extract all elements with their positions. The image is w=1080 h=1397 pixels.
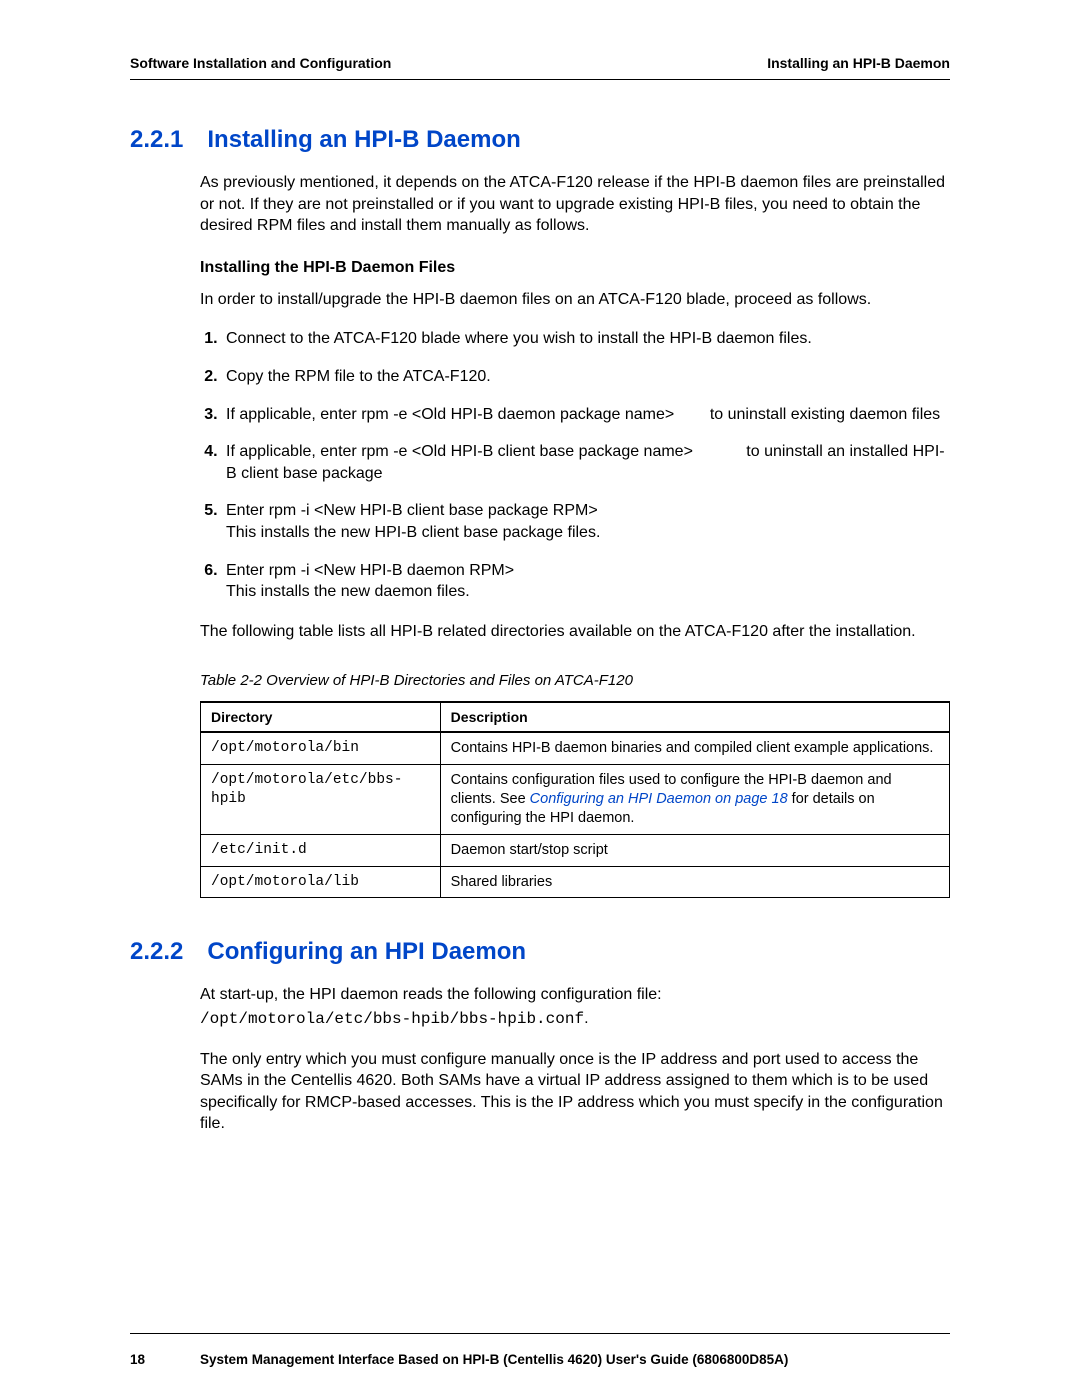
footer-text: System Management Interface Based on HPI…: [200, 1352, 788, 1367]
step-command: rpm -i <New HPI-B daemon RPM>: [269, 562, 514, 579]
header-rule: [130, 79, 950, 80]
directories-table: Directory Description /opt/motorola/bin …: [200, 701, 950, 898]
section-2-2-2-heading: 2.2.2 Configuring an HPI Daemon: [130, 938, 950, 966]
step-text: Enter: [226, 502, 269, 519]
config-file-path: /opt/motorola/etc/bbs-hpib/bbs-hpib.conf: [200, 1010, 584, 1028]
step-1: Connect to the ATCA-F120 blade where you…: [222, 328, 950, 350]
table-row: /opt/motorola/lib Shared libraries: [201, 866, 950, 898]
step-command: rpm -e <Old HPI-B client base package na…: [361, 443, 693, 460]
cross-reference-link[interactable]: page 18: [735, 791, 787, 807]
step-4: If applicable, enter rpm -e <Old HPI-B c…: [222, 441, 950, 484]
desc-cell: Daemon start/stop script: [440, 834, 949, 866]
after-steps-paragraph: The following table lists all HPI-B rela…: [200, 621, 950, 643]
desc-cell: Contains configuration files used to con…: [440, 765, 949, 835]
step-text: If applicable, enter: [226, 443, 361, 460]
period: .: [584, 1010, 588, 1027]
step-text: Enter: [226, 562, 269, 579]
table-header-directory: Directory: [201, 702, 441, 732]
step-text-tail: to uninstall existing daemon files: [705, 406, 940, 423]
step-result: This installs the new HPI-B client base …: [226, 524, 600, 541]
page-footer: 18 System Management Interface Based on …: [130, 1352, 950, 1367]
page-header: Software Installation and Configuration …: [130, 55, 950, 71]
dir-cell: /etc/init.d: [201, 834, 441, 866]
config-path-line: /opt/motorola/etc/bbs-hpib/bbs-hpib.conf…: [200, 1008, 950, 1031]
step-2: Copy the RPM file to the ATCA-F120.: [222, 366, 950, 388]
install-steps-list: Connect to the ATCA-F120 blade where you…: [200, 328, 950, 602]
header-left: Software Installation and Configuration: [130, 55, 391, 71]
section-number: 2.2.1: [130, 126, 183, 154]
cross-reference-link[interactable]: Configuring an HPI Daemon: [530, 791, 711, 807]
section-title: Installing an HPI-B Daemon: [207, 126, 520, 154]
step-text: If applicable, enter: [226, 406, 361, 423]
cross-reference-link[interactable]: on: [711, 791, 735, 807]
table-row: /opt/motorola/bin Contains HPI-B daemon …: [201, 732, 950, 764]
page-number: 18: [130, 1352, 200, 1367]
table-row: /opt/motorola/etc/bbs-hpib Contains conf…: [201, 765, 950, 835]
desc-cell: Shared libraries: [440, 866, 949, 898]
step-command: rpm -e <Old HPI-B daemon package name>: [361, 406, 674, 423]
step-5: Enter rpm -i <New HPI-B client base pack…: [222, 500, 950, 543]
section-number: 2.2.2: [130, 938, 183, 966]
dir-cell: /opt/motorola/etc/bbs-hpib: [201, 765, 441, 835]
step-result: This installs the new daemon files.: [226, 583, 470, 600]
table-row: /etc/init.d Daemon start/stop script: [201, 834, 950, 866]
section-title: Configuring an HPI Daemon: [207, 938, 526, 966]
section-2-2-1-heading: 2.2.1 Installing an HPI-B Daemon: [130, 126, 950, 154]
step-3: If applicable, enter rpm -e <Old HPI-B d…: [222, 404, 950, 426]
subsection-intro: In order to install/upgrade the HPI-B da…: [200, 289, 950, 311]
step-6: Enter rpm -i <New HPI-B daemon RPM> This…: [222, 560, 950, 603]
config-intro-paragraph: At start-up, the HPI daemon reads the fo…: [200, 984, 950, 1006]
config-detail-paragraph: The only entry which you must configure …: [200, 1049, 950, 1135]
table-header-description: Description: [440, 702, 949, 732]
dir-cell: /opt/motorola/lib: [201, 866, 441, 898]
intro-paragraph: As previously mentioned, it depends on t…: [200, 172, 950, 237]
footer-rule: [130, 1333, 950, 1334]
header-right: Installing an HPI-B Daemon: [767, 55, 950, 71]
desc-cell: Contains HPI-B daemon binaries and compi…: [440, 732, 949, 764]
subsection-heading: Installing the HPI-B Daemon Files: [200, 259, 950, 277]
table-caption: Table 2-2 Overview of HPI-B Directories …: [200, 672, 950, 689]
dir-cell: /opt/motorola/bin: [201, 732, 441, 764]
step-command: rpm -i <New HPI-B client base package RP…: [269, 502, 598, 519]
